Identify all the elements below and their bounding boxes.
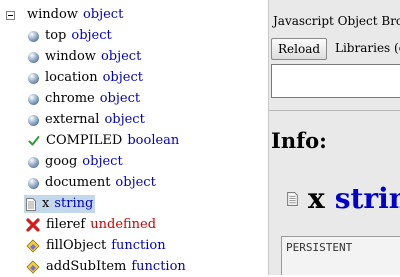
ball-icon bbox=[28, 156, 39, 168]
tree-item-type: object bbox=[104, 112, 145, 127]
tree-root-name: window bbox=[27, 7, 78, 22]
red-x-icon bbox=[26, 218, 40, 232]
expand-toggle-icon[interactable] bbox=[6, 10, 15, 20]
tree-item-type: object bbox=[99, 91, 141, 106]
tree-item-name: external bbox=[45, 112, 100, 127]
checkmark-icon bbox=[28, 136, 40, 146]
tree-item-location[interactable]: location object bbox=[28, 68, 143, 88]
ball-icon bbox=[28, 30, 39, 42]
tree-item-addsubitem[interactable]: addSubItem function bbox=[26, 257, 186, 277]
ball-icon bbox=[28, 93, 39, 105]
ball-icon bbox=[28, 114, 39, 126]
tree-root-row[interactable]: window object bbox=[6, 5, 123, 25]
tree-item-name: addSubItem bbox=[46, 259, 127, 274]
tree-item-document[interactable]: document object bbox=[28, 173, 156, 193]
selection-highlight: x string bbox=[24, 195, 96, 213]
tree-item-type: undefined bbox=[90, 217, 157, 232]
tree-item-fillobject[interactable]: fillObject function bbox=[26, 236, 166, 256]
ball-icon bbox=[28, 72, 39, 84]
tree-item-name: top bbox=[45, 28, 67, 43]
tree-item-type: object bbox=[71, 28, 112, 43]
tree-item-external[interactable]: external object bbox=[28, 110, 145, 130]
tree-item-name: document bbox=[45, 175, 111, 190]
tree-item-name: goog bbox=[45, 154, 78, 169]
libraries-label: Libraries (o bbox=[335, 41, 400, 55]
document-icon bbox=[26, 197, 36, 211]
ball-icon bbox=[28, 51, 39, 63]
tree-root-type: object bbox=[82, 7, 124, 22]
tree-item-type: function bbox=[111, 238, 166, 253]
ball-icon bbox=[28, 177, 39, 189]
selected-object-header: x string bbox=[287, 182, 400, 215]
tree-item-type: object bbox=[100, 49, 142, 64]
tree-item-type: function bbox=[131, 259, 186, 274]
tree-item-name: chrome bbox=[45, 91, 95, 106]
persistent-label: PERSISTENT bbox=[286, 241, 353, 254]
tree-item-name: location bbox=[45, 70, 98, 85]
tree-item-name: COMPILED bbox=[46, 133, 123, 148]
tree-item-name: fileref bbox=[46, 217, 86, 232]
divider bbox=[269, 110, 400, 111]
tree-item-goog[interactable]: goog object bbox=[28, 152, 123, 172]
reload-button[interactable]: Reload bbox=[271, 38, 328, 60]
tree-item-type: boolean bbox=[127, 133, 180, 148]
tree-item-type: object bbox=[115, 175, 156, 190]
function-gem-icon bbox=[26, 239, 40, 253]
tree-item-name: window bbox=[45, 49, 96, 64]
tree-item-x[interactable]: x string bbox=[24, 194, 96, 214]
info-heading: Info: bbox=[271, 128, 327, 153]
tree-item-top[interactable]: top object bbox=[28, 26, 112, 46]
tree-item-type: object bbox=[82, 154, 123, 169]
tree-item-chrome[interactable]: chrome object bbox=[28, 89, 140, 109]
tree-item-window[interactable]: window object bbox=[28, 47, 141, 67]
libraries-input[interactable] bbox=[271, 64, 400, 98]
persistent-box: PERSISTENT bbox=[281, 236, 400, 275]
tree-item-fileref[interactable]: fileref undefined bbox=[26, 215, 156, 235]
document-icon bbox=[287, 191, 298, 206]
object-tree: window object top object window object l… bbox=[0, 0, 262, 275]
tree-item-name: fillObject bbox=[46, 238, 107, 253]
selected-object-type: string bbox=[334, 182, 400, 215]
selected-object-name: x bbox=[308, 182, 325, 215]
panel-title: Javascript Object Bro bbox=[273, 14, 400, 28]
tree-item-type: string bbox=[54, 196, 94, 211]
object-browser-panel: Javascript Object Bro Reload Libraries (… bbox=[268, 0, 400, 275]
tree-item-name: x bbox=[42, 196, 50, 211]
function-gem-icon bbox=[26, 260, 40, 274]
tree-item-type: object bbox=[102, 70, 143, 85]
tree-item-compiled[interactable]: COMPILED boolean bbox=[28, 131, 179, 151]
